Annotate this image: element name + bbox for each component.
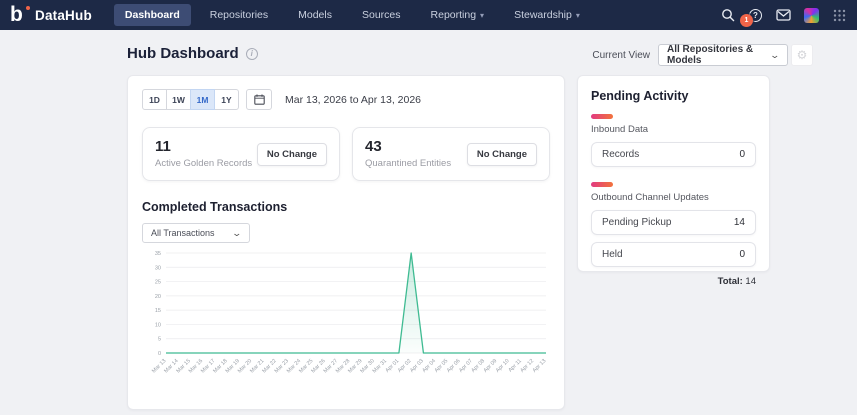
pending-total: Total: 14 <box>717 276 756 287</box>
svg-text:5: 5 <box>158 337 161 343</box>
help-icon[interactable]: ? 1 <box>740 8 763 27</box>
pending-row-pending-pickup[interactable]: Pending Pickup 14 <box>591 210 756 235</box>
search-icon[interactable] <box>720 8 735 23</box>
logo-dot <box>26 6 30 10</box>
chevron-down-icon: ⌄ <box>231 227 243 238</box>
main-nav: Dashboard Repositories Models Sources Re… <box>113 4 591 26</box>
svg-text:15: 15 <box>155 308 161 314</box>
section-accent-pill <box>591 114 613 119</box>
nav-actions: ? 1 <box>720 7 847 27</box>
inbound-data-label: Inbound Data <box>591 124 649 135</box>
svg-text:35: 35 <box>155 251 161 257</box>
stat-change-badge: No Change <box>256 142 327 166</box>
notification-badge[interactable]: 1 <box>740 13 753 27</box>
nav-item-models[interactable]: Models <box>287 4 343 26</box>
dashboard-main-card: 1D 1W 1M 1Y Mar 13, 2026 to Apr 13, 2026… <box>127 75 565 410</box>
app-root: b DataHub Dashboard Repositories Models … <box>0 0 857 415</box>
pending-row-records[interactable]: Records 0 <box>591 142 756 167</box>
calendar-icon <box>253 94 265 105</box>
top-nav: b DataHub Dashboard Repositories Models … <box>0 0 857 30</box>
transactions-filter-value: All Transactions <box>151 228 215 238</box>
pending-activity-card: Pending Activity Inbound Data Records 0 … <box>577 75 770 287</box>
pending-row-held[interactable]: Held 0 <box>591 242 756 267</box>
svg-text:0: 0 <box>158 351 161 357</box>
page-title: Hub Dashboard <box>127 45 239 62</box>
pending-activity-title: Pending Activity <box>591 89 689 103</box>
outbound-channel-updates-label: Outbound Channel Updates <box>591 192 709 203</box>
stat-card-active-golden-records[interactable]: 11 Active Golden Records No Change <box>142 127 340 181</box>
nav-item-repositories[interactable]: Repositories <box>199 4 279 26</box>
date-range-row: 1D 1W 1M 1Y Mar 13, 2026 to Apr 13, 2026 <box>142 89 550 110</box>
range-button-1d[interactable]: 1D <box>142 89 167 110</box>
range-button-group: 1D 1W 1M 1Y <box>142 89 239 110</box>
date-range-text: Mar 13, 2026 to Apr 13, 2026 <box>285 93 422 106</box>
mail-icon[interactable] <box>776 8 791 23</box>
stats-row: 11 Active Golden Records No Change 43 Qu… <box>142 127 550 181</box>
stat-label: Quarantined Entities <box>365 157 452 169</box>
svg-text:10: 10 <box>155 322 161 328</box>
stat-label: Active Golden Records <box>155 157 253 169</box>
completed-transactions-title: Completed Transactions <box>142 200 288 214</box>
section-accent-pill <box>591 182 613 187</box>
current-view-select[interactable]: All Repositories & Models ⌄ <box>658 44 788 66</box>
current-view-group: Current View All Repositories & Models ⌄ <box>592 44 788 66</box>
current-view-label: Current View <box>592 49 650 61</box>
pending-total-value: 14 <box>745 276 756 287</box>
info-icon[interactable]: i <box>245 47 258 60</box>
brand-logo-icon: b <box>10 4 30 25</box>
svg-text:30: 30 <box>155 265 161 271</box>
nav-item-dashboard[interactable]: Dashboard <box>113 4 191 26</box>
chevron-down-icon: ▾ <box>575 11 580 20</box>
nav-item-reporting[interactable]: Reporting ▾ <box>420 4 496 26</box>
calendar-button[interactable] <box>246 89 272 110</box>
stat-card-quarantined-entities[interactable]: 43 Quarantined Entities No Change <box>352 127 550 181</box>
nav-item-stewardship[interactable]: Stewardship ▾ <box>503 4 591 26</box>
current-view-value: All Repositories & Models <box>667 44 754 66</box>
view-settings-button[interactable]: ⚙ <box>791 44 813 66</box>
brand[interactable]: b DataHub <box>10 4 92 25</box>
gear-icon: ⚙ <box>796 48 808 62</box>
area-chart: 05101520253035Mar 13Mar 14Mar 15Mar 16Ma… <box>151 251 548 375</box>
chevron-down-icon: ▾ <box>480 11 485 20</box>
stat-change-badge: No Change <box>466 142 537 166</box>
apps-grid-icon[interactable] <box>832 8 847 23</box>
range-button-1m[interactable]: 1M <box>190 89 215 110</box>
chevron-down-icon: ⌄ <box>769 49 781 60</box>
range-button-1w[interactable]: 1W <box>166 89 191 110</box>
avatar[interactable] <box>804 7 819 23</box>
transactions-chart: 0 5 10 15 20 25 30 35 Mar 13 Mar 14 Mar 15 Mar 16 Ma… <box>142 247 550 397</box>
page-header: Hub Dashboard i <box>127 45 258 62</box>
svg-text:Apr 13: Apr 13 <box>532 358 548 374</box>
transactions-filter-select[interactable]: All Transactions ⌄ <box>142 223 250 243</box>
brand-name: DataHub <box>35 7 92 23</box>
nav-item-sources[interactable]: Sources <box>351 4 412 26</box>
svg-text:Mar 31: Mar 31 <box>372 358 388 374</box>
range-button-1y[interactable]: 1Y <box>214 89 239 110</box>
stat-value: 43 <box>365 138 382 156</box>
svg-text:20: 20 <box>155 294 161 300</box>
svg-text:25: 25 <box>155 280 161 286</box>
stat-value: 11 <box>155 138 171 156</box>
